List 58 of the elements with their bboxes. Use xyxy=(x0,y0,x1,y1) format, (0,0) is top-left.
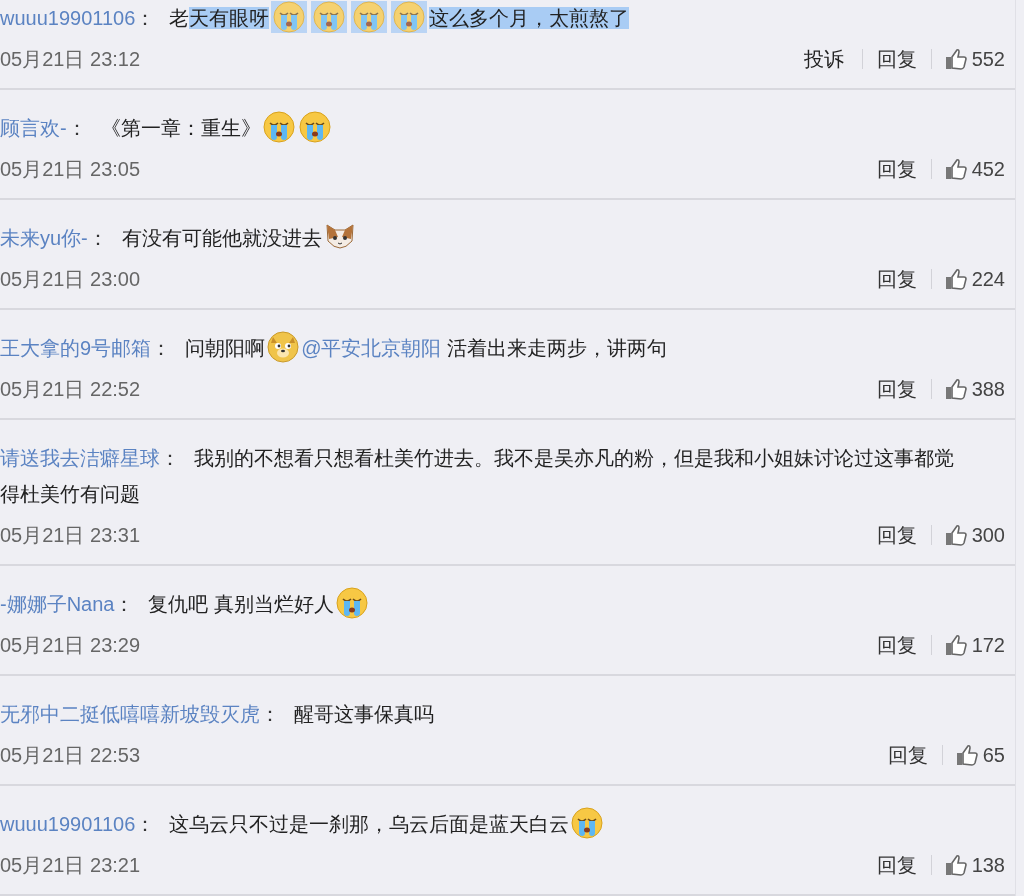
comment-text: 醒哥这事保真吗 xyxy=(294,703,434,725)
comment-text: 《第一章：重生》 xyxy=(100,117,261,139)
thumb-up-icon xyxy=(943,523,968,547)
comment-text: 天有眼呀 xyxy=(189,7,270,29)
thumb-up-icon xyxy=(943,633,968,657)
time-label: 05月21日 23:00 xyxy=(0,267,141,292)
comment-text: 活着出来走两步，讲两句 xyxy=(447,337,668,359)
colon-text: ： xyxy=(135,7,156,29)
thumb-up-icon xyxy=(943,47,968,71)
crying-face-icon xyxy=(571,807,604,839)
like-button[interactable]: 224 xyxy=(931,261,1015,297)
crying-face-icon xyxy=(336,587,369,619)
thumb-up-icon xyxy=(954,743,979,767)
thumb-up-icon xyxy=(943,157,968,181)
like-button[interactable]: 552 xyxy=(931,41,1015,77)
time-label: 05月21日 23:31 xyxy=(0,523,141,548)
thumb-up-icon xyxy=(943,377,968,401)
crying-face-icon xyxy=(262,111,295,143)
comment-text: 这乌云只不过是一刹那，乌云后面是蓝天白云 xyxy=(169,813,570,835)
colon-text: ： xyxy=(114,593,135,615)
thumb-up-icon xyxy=(943,853,968,877)
colon-text: ： xyxy=(260,703,280,725)
reply-link[interactable]: 回复 xyxy=(862,261,931,297)
reply-link[interactable]: 回复 xyxy=(862,41,931,77)
comment-text: 复仇吧 真别当烂好人 xyxy=(148,593,335,615)
like-button[interactable]: 300 xyxy=(931,517,1015,553)
like-button[interactable]: 452 xyxy=(931,151,1015,187)
comment-text: 老 xyxy=(169,7,190,29)
reply-link[interactable]: 回复 xyxy=(873,737,942,773)
thumb-up-icon xyxy=(943,267,968,291)
comment-text: 有没有可能他就没进去 xyxy=(121,227,322,249)
like-button[interactable]: 172 xyxy=(931,627,1015,663)
reply-link[interactable]: 回复 xyxy=(862,371,931,407)
like-button[interactable]: 388 xyxy=(931,371,1015,407)
report-link[interactable]: 投诉 xyxy=(789,41,862,77)
crying-face-icon xyxy=(298,111,331,143)
colon-text: ： xyxy=(66,117,87,139)
dog-face-icon xyxy=(267,331,300,363)
like-button[interactable]: 65 xyxy=(942,737,1015,773)
like-button[interactable]: 138 xyxy=(931,847,1015,883)
time-label: 05月21日 23:21 xyxy=(0,853,141,878)
time-label: 05月21日 23:29 xyxy=(0,633,141,658)
colon-text: ： xyxy=(160,447,180,469)
colon-text: ： xyxy=(135,813,156,835)
comment-text: 我别的不想看只想看杜美竹进去。我不是吴亦凡的粉，但是我和小姐妹讨论过这事都觉 xyxy=(194,447,954,469)
reply-link[interactable]: 回复 xyxy=(862,627,931,663)
comment-text: 问朝阳啊 xyxy=(185,337,266,359)
colon-text: ： xyxy=(87,227,108,249)
time-label: 05月21日 23:12 xyxy=(0,47,141,72)
comment-text: 这么多个月，太煎熬了 xyxy=(429,7,630,29)
colon-text: ： xyxy=(151,337,172,359)
time-label: 05月21日 23:05 xyxy=(0,157,141,182)
comment-text: 得杜美竹有问题 xyxy=(0,482,141,507)
time-label: 05月21日 22:53 xyxy=(0,743,141,768)
time-label: 05月21日 22:52 xyxy=(0,377,141,402)
reply-link[interactable]: 回复 xyxy=(862,847,931,883)
reply-link[interactable]: 回复 xyxy=(862,151,931,187)
reply-link[interactable]: 回复 xyxy=(862,517,931,553)
